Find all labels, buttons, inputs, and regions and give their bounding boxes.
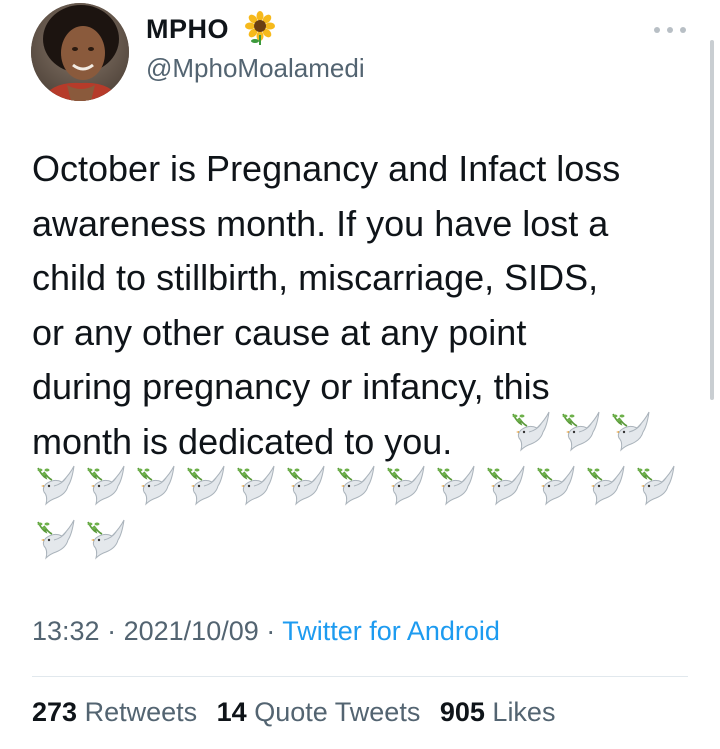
author-name[interactable]: MPHO: [146, 14, 229, 45]
scrollbar-thumb[interactable]: [710, 40, 714, 400]
dove-icon: [37, 465, 75, 506]
dove-icon: [187, 465, 225, 506]
likes-label: Likes: [492, 697, 556, 727]
tweet-text-line: or any other cause at any point: [32, 311, 527, 353]
dove-icon: [287, 465, 325, 506]
tweet-text-line: October is Pregnancy and Infact loss: [32, 148, 621, 189]
quote-tweets-label: Quote Tweets: [254, 697, 421, 727]
more-options-icon[interactable]: [652, 20, 688, 40]
dove-icon: [562, 411, 600, 452]
tweet-text-line: child to stillbirth, miscarriage, SIDS,: [32, 257, 599, 298]
quote-tweets-stat[interactable]: 14 Quote Tweets: [217, 697, 421, 727]
tweet-date[interactable]: 2021/10/09: [124, 616, 259, 646]
sunflower-icon: [245, 11, 275, 45]
dove-icon: [487, 465, 525, 506]
dove-icon: [437, 465, 475, 506]
dove-icon: [237, 465, 275, 506]
dove-emoji-inline: [507, 406, 653, 452]
retweets-label: Retweets: [84, 697, 198, 727]
tweet-time[interactable]: 13:32: [32, 616, 100, 646]
retweets-stat[interactable]: 273 Retweets: [32, 697, 197, 727]
dove-icon: [537, 465, 575, 506]
tweet-source-link[interactable]: Twitter for Android: [282, 616, 500, 646]
likes-count: 905: [439, 697, 485, 727]
dove-icon: [587, 465, 625, 506]
likes-stat[interactable]: 905 Likes: [440, 697, 556, 727]
tweet-stats: 273 Retweets 14 Quote Tweets 905 Likes: [32, 697, 567, 728]
meta-separator: ·: [266, 616, 276, 646]
dove-emoji-row: [32, 514, 128, 560]
more-dot: [667, 27, 673, 33]
dove-icon: [612, 411, 650, 452]
dove-icon: [637, 465, 675, 506]
quote-tweets-count: 14: [216, 697, 247, 727]
avatar[interactable]: [31, 3, 129, 101]
dove-icon: [37, 519, 75, 560]
dove-icon: [87, 519, 125, 560]
more-dot: [680, 27, 686, 33]
dove-emoji-row: [32, 460, 678, 506]
meta-separator: ·: [107, 616, 117, 646]
dove-icon: [137, 465, 175, 506]
scrollbar[interactable]: [707, 0, 720, 400]
dove-icon: [337, 465, 375, 506]
author-handle[interactable]: @MphoMoalamedi: [146, 53, 365, 84]
retweets-count: 273: [32, 697, 78, 727]
dove-icon: [512, 411, 550, 452]
avatar-image: [31, 3, 129, 101]
divider: [32, 676, 688, 677]
dove-icon: [87, 465, 125, 506]
tweet-text-line: awareness month. If you have lost a: [32, 202, 609, 244]
tweet-meta: 13:32 · 2021/10/09 · Twitter for Android: [32, 616, 500, 647]
more-dot: [654, 27, 660, 33]
dove-icon: [387, 465, 425, 506]
